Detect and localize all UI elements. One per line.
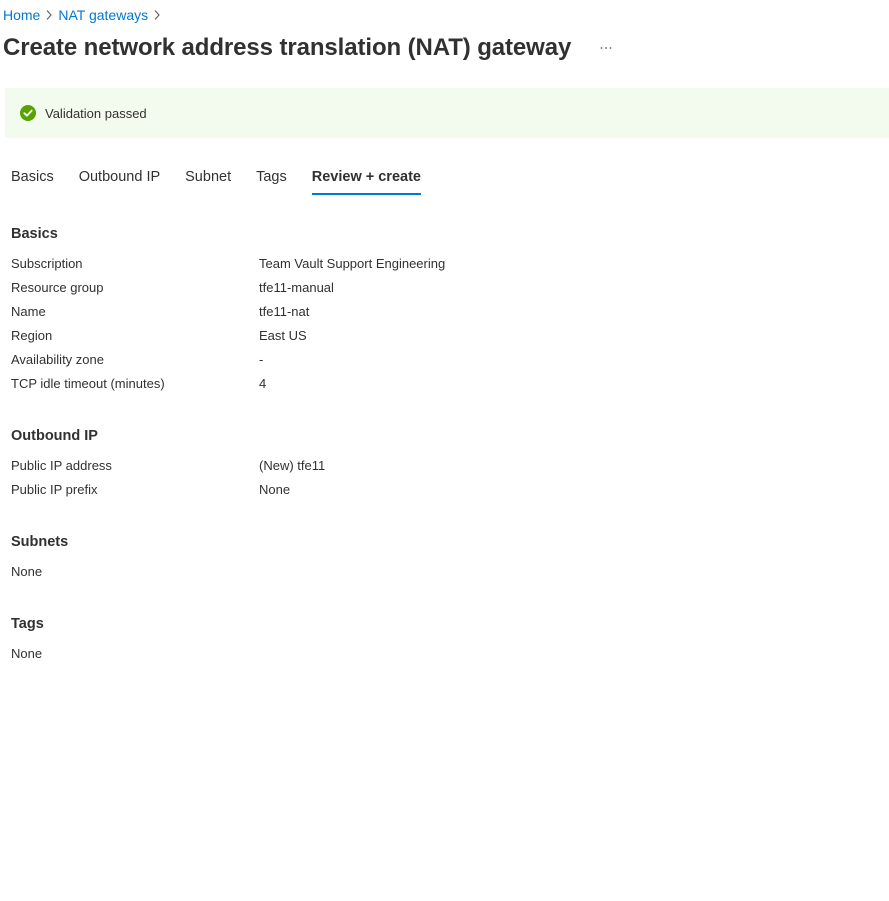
chevron-right-icon [41, 9, 57, 21]
breadcrumb-home-link[interactable]: Home [3, 7, 40, 23]
row-label: Public IP prefix [11, 482, 98, 497]
summary-row: Public IP address (New) tfe11 [11, 454, 325, 478]
summary-row: Region East US [11, 324, 445, 348]
breadcrumb-nat-gateways-link[interactable]: NAT gateways [58, 7, 148, 23]
row-label: Name [11, 304, 46, 319]
summary-row: Resource group tfe11-manual [11, 276, 445, 300]
tags-section: Tags None [11, 614, 44, 666]
summary-row: Public IP prefix None [11, 478, 325, 502]
row-value: - [259, 352, 264, 367]
row-label: Resource group [11, 280, 104, 295]
tab-outbound-ip[interactable]: Outbound IP [79, 165, 160, 195]
row-value: (New) tfe11 [259, 458, 326, 473]
chevron-right-icon [149, 9, 165, 21]
tab-subnet[interactable]: Subnet [185, 165, 231, 195]
tags-value: None [11, 646, 43, 661]
row-value: None [259, 482, 291, 497]
page-title: Create network address translation (NAT)… [3, 34, 572, 61]
summary-row: Name tfe11-nat [11, 300, 445, 324]
section-title: Outbound IP [11, 428, 98, 444]
subnets-section: Subnets None [11, 532, 68, 584]
tab-list: Basics Outbound IP Subnet Tags Review + … [11, 165, 446, 195]
tab-tags[interactable]: Tags [256, 165, 287, 195]
row-label: TCP idle timeout (minutes) [11, 376, 165, 391]
section-title: Basics [11, 226, 58, 242]
row-value: tfe11-nat [259, 304, 310, 319]
tab-review-create[interactable]: Review + create [311, 165, 422, 195]
row-value: 4 [259, 376, 267, 391]
section-title: Subnets [11, 534, 69, 550]
row-label: Public IP address [11, 458, 112, 473]
more-ellipsis-icon[interactable] [595, 37, 617, 59]
summary-row: Subscription Team Vault Support Engineer… [11, 252, 445, 276]
outbound-ip-section: Outbound IP Public IP address (New) tfe1… [11, 426, 325, 502]
row-value: East US [259, 328, 307, 343]
row-label: Region [11, 328, 53, 343]
check-circle-icon [20, 105, 36, 121]
tab-basics[interactable]: Basics [11, 165, 54, 195]
row-label: Availability zone [11, 352, 104, 367]
title-row: Create network address translation (NAT)… [3, 32, 617, 64]
summary-row: Availability zone - [11, 348, 445, 372]
row-label: Subscription [11, 256, 83, 271]
row-value: tfe11-manual [259, 280, 334, 295]
validation-text: Validation passed [45, 105, 147, 121]
summary-row: TCP idle timeout (minutes) 4 [11, 372, 445, 396]
subnets-value: None [11, 564, 43, 579]
section-title: Tags [11, 616, 44, 632]
basics-section: Basics Subscription Team Vault Support E… [11, 224, 445, 396]
breadcrumb: Home NAT gateways [3, 5, 166, 25]
row-value: Team Vault Support Engineering [259, 256, 446, 271]
validation-banner: Validation passed [5, 88, 889, 138]
